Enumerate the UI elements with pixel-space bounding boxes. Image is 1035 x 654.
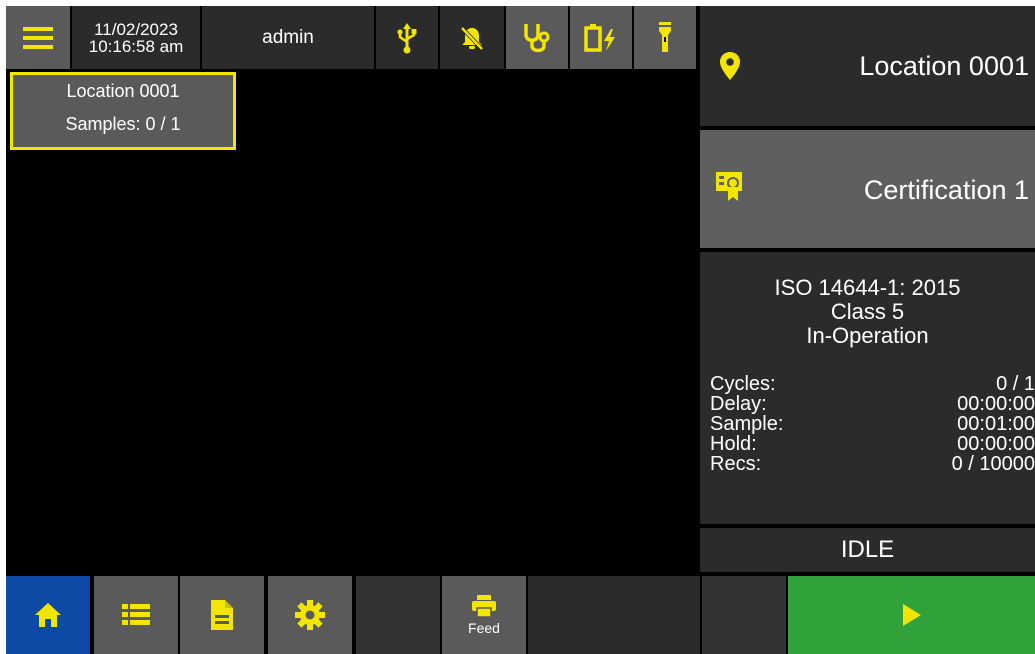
usb-icon [397,22,417,53]
stat-label: Cycles: [710,373,776,395]
settings-button[interactable] [268,576,352,654]
stat-label: Delay: [710,393,767,415]
stat-row: Delay: 00:00:00 [710,394,1035,414]
stat-row: Cycles: 0 / 1 [710,374,1035,394]
home-button[interactable] [6,576,90,654]
start-button[interactable] [788,576,1035,654]
list-button[interactable] [94,576,178,654]
stat-label: Sample: [710,413,784,435]
stat-value: 00:00:00 [957,433,1035,455]
location-sample-card[interactable]: Location 0001 Samples: 0 / 1 [10,72,236,150]
flashlight-button[interactable] [634,6,696,69]
bottom-spacer [528,576,700,654]
stat-label: Recs: [710,453,762,475]
date-text: 11/02/2023 [94,19,178,39]
stat-row: Hold: 00:00:00 [710,434,1035,454]
user-button[interactable]: admin [202,6,374,69]
alarm-status[interactable] [440,6,504,69]
menu-button[interactable] [6,6,70,69]
location-pin-icon [720,52,740,80]
bottom-empty-slot [356,576,440,654]
standard-text: ISO 14644-1: 2015 [774,275,961,300]
stat-label: Hold: [710,433,757,455]
menu-icon [23,26,53,49]
stat-row: Recs: 0 / 10000 [710,454,1035,474]
document-icon [211,600,233,630]
feed-button[interactable]: Feed [442,576,526,654]
certification-selector[interactable]: Certification 1 [700,130,1035,248]
status-indicator: IDLE [700,528,1035,572]
occupancy-state-text: In-Operation [806,323,929,348]
stat-value: 00:00:00 [957,393,1035,415]
stat-value: 00:01:00 [957,413,1035,435]
gear-icon [295,600,325,630]
stat-value: 0 / 1 [996,373,1035,395]
certificate-icon [716,172,742,201]
stat-value: 0 / 10000 [951,453,1035,475]
stat-row: Sample: 00:01:00 [710,414,1035,434]
bell-off-icon [460,26,484,50]
overlay-location: Location 0001 [66,81,180,101]
home-icon [35,603,61,627]
panel-location-title: Location 0001 [859,51,1029,81]
location-selector[interactable]: Location 0001 [700,6,1035,126]
datetime-display: 11/02/2023 10:16:58 am [72,6,200,69]
overlay-samples: Samples: 0 / 1 [65,114,181,134]
sample-stats: Cycles: 0 / 1 Delay: 00:00:00 Sample: 00:01… [710,374,1035,474]
flashlight-icon [659,21,671,52]
list-icon [122,604,150,625]
printer-icon [472,594,496,617]
test-parameters-panel: ISO 14644-1: 2015 Class 5 In-Operation C… [700,252,1035,524]
class-text: Class 5 [830,299,905,324]
time-text: 10:16:58 am [88,36,184,56]
bottom-empty-slot [702,576,786,654]
instrument-screen: 11/02/2023 10:16:58 am admin Location 00… [6,6,1035,654]
battery-status[interactable] [570,6,632,69]
play-icon [902,604,921,626]
usb-status[interactable] [376,6,438,69]
reports-button[interactable] [180,576,264,654]
panel-certification-title: Certification 1 [863,175,1029,205]
battery-charging-icon [584,23,615,52]
username-text: admin [262,26,314,48]
feed-label: Feed [468,619,500,636]
stethoscope-icon [524,23,550,52]
standard-summary: ISO 14644-1: 2015 Class 5 In-Operation [700,276,1035,348]
diagnostics-button[interactable] [506,6,568,69]
